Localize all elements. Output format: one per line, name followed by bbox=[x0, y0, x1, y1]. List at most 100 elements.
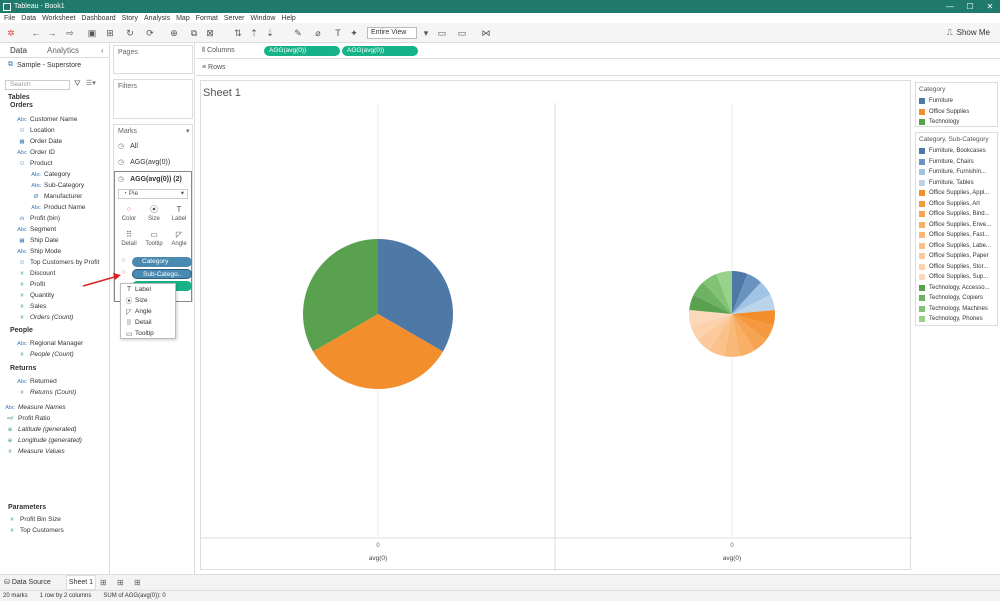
sort-desc-icon[interactable]: ⇣ bbox=[264, 27, 276, 39]
field-segment[interactable]: Abc Segment bbox=[16, 224, 56, 235]
legend-item[interactable]: Furniture bbox=[916, 96, 997, 107]
field-longitude-generated[interactable]: ⊕ Longitude (generated) bbox=[4, 435, 82, 446]
rows-shelf[interactable]: ≡ Rows bbox=[196, 60, 1000, 76]
new-worksheet-icon[interactable]: ⊕ bbox=[168, 27, 180, 39]
size-button[interactable]: ⦿ Size bbox=[143, 203, 165, 226]
legend-item[interactable]: Technology, Machines bbox=[916, 304, 997, 315]
field-regional-manager[interactable]: Abc Regional Manager bbox=[16, 338, 83, 349]
category-pie[interactable] bbox=[303, 239, 453, 389]
menu-window[interactable]: Window bbox=[251, 15, 276, 22]
table-people[interactable]: People bbox=[10, 327, 33, 334]
sort-asc-icon[interactable]: ⇡ bbox=[248, 27, 260, 39]
menu-item-detail[interactable]: ⠿ Detail bbox=[123, 317, 151, 328]
marks-agg2-row[interactable]: ◷ AGG(avg(0)) (2) bbox=[118, 175, 182, 184]
menu-data[interactable]: Data bbox=[21, 15, 36, 22]
tab-analytics[interactable]: Analytics bbox=[47, 46, 79, 55]
save-icon[interactable]: ▣ bbox=[86, 27, 98, 39]
close-button[interactable]: ✕ bbox=[980, 0, 1000, 13]
tooltip-button[interactable]: ▭ Tooltip bbox=[143, 228, 165, 251]
legend-item[interactable]: Technology, Accesso... bbox=[916, 283, 997, 294]
field-profit-bin-size[interactable]: # Profit Bin Size bbox=[6, 514, 60, 525]
field-profit[interactable]: # Profit bbox=[16, 279, 45, 290]
field-quantity[interactable]: # Quantity bbox=[16, 290, 54, 301]
table-orders[interactable]: Orders bbox=[10, 102, 33, 109]
refresh-icon[interactable]: ↻ bbox=[124, 27, 136, 39]
field-top-customers[interactable]: # Top Customers bbox=[6, 525, 63, 536]
legend-item[interactable]: Technology bbox=[916, 117, 997, 128]
search-input[interactable]: Search bbox=[5, 80, 70, 90]
column-pill-1[interactable]: AGG(avg(0)) bbox=[264, 45, 340, 56]
tab-data[interactable]: Data bbox=[10, 46, 27, 55]
datasource-row[interactable]: ⧉ Sample - Superstore bbox=[8, 61, 81, 69]
field-orders-count[interactable]: # Orders (Count) bbox=[16, 312, 73, 323]
menu-format[interactable]: Format bbox=[196, 15, 218, 22]
menu-item-label[interactable]: T Label bbox=[123, 284, 151, 295]
field-category[interactable]: Abc Category bbox=[30, 169, 70, 180]
detail-button[interactable]: ⠿ Detail bbox=[118, 228, 140, 251]
labels-icon[interactable]: T bbox=[332, 27, 344, 39]
field-latitude-generated[interactable]: ⊕ Latitude (generated) bbox=[4, 424, 77, 435]
field-customer-name[interactable]: Abc Customer Name bbox=[16, 114, 77, 125]
show-me-button[interactable]: ⎍ Show Me bbox=[947, 27, 990, 39]
columns-shelf[interactable]: ⦀ Columns AGG(avg(0)) AGG(avg(0)) bbox=[196, 43, 1000, 59]
field-sales[interactable]: # Sales bbox=[16, 301, 46, 312]
marks-agg1-row[interactable]: ◷ AGG(avg(0)) bbox=[118, 158, 170, 167]
collapse-pane-icon[interactable]: ‹ bbox=[101, 46, 104, 55]
tab-sheet-1[interactable]: Sheet 1 bbox=[66, 575, 96, 590]
undo-icon[interactable]: ← bbox=[30, 27, 42, 39]
legend-item[interactable]: Office Supplies, Art bbox=[916, 199, 997, 210]
share-icon[interactable]: ⋈ bbox=[480, 27, 492, 39]
legend-item[interactable]: Office Supplies bbox=[916, 107, 997, 118]
highlight-icon[interactable]: ✎ bbox=[292, 27, 304, 39]
legend-item[interactable]: Office Supplies, Paper bbox=[916, 251, 997, 262]
field-ship-mode[interactable]: Abc Ship Mode bbox=[16, 246, 61, 257]
field-order-date[interactable]: ▦ Order Date bbox=[16, 136, 62, 147]
category-pill[interactable]: Category bbox=[132, 257, 192, 267]
tableau-home-icon[interactable]: ✲ bbox=[5, 27, 17, 39]
new-datasource-icon[interactable]: ⊞ bbox=[104, 27, 116, 39]
label-button[interactable]: T Label bbox=[168, 203, 190, 226]
menu-item-angle[interactable]: ◸ Angle bbox=[123, 306, 151, 317]
legend-item[interactable]: Office Supplies, Sup... bbox=[916, 272, 997, 283]
color-button[interactable]: ⁘ Color bbox=[118, 203, 140, 226]
field-manufacturer[interactable]: Ø Manufacturer bbox=[30, 191, 82, 202]
fit-view-select[interactable]: Entire View bbox=[367, 27, 417, 39]
field-location[interactable]: ⚇ Location bbox=[16, 125, 55, 136]
subcategory-pill[interactable]: Sub-Catego.. bbox=[132, 269, 192, 279]
legend-item[interactable]: Technology, Copiers bbox=[916, 293, 997, 304]
field-order-id[interactable]: Abc Order ID bbox=[16, 147, 55, 158]
redo-icon[interactable]: → bbox=[46, 27, 58, 39]
menu-story[interactable]: Story bbox=[122, 15, 138, 22]
filter-icon[interactable]: ⛛ bbox=[74, 79, 81, 89]
legend-item[interactable]: Office Supplies, Fast... bbox=[916, 230, 997, 241]
field-sub-category[interactable]: Abc Sub-Category bbox=[30, 180, 84, 191]
menu-file[interactable]: File bbox=[4, 15, 15, 22]
clear-sheet-icon[interactable]: ⊠ bbox=[204, 27, 216, 39]
legend-item[interactable]: Furniture, Furnishin... bbox=[916, 167, 997, 178]
field-profit-ratio[interactable]: =# Profit Ratio bbox=[4, 413, 50, 424]
field-returns-count[interactable]: # Returns (Count) bbox=[16, 387, 76, 398]
field-ship-date[interactable]: ▦ Ship Date bbox=[16, 235, 58, 246]
field-returned[interactable]: Abc Returned bbox=[16, 376, 57, 387]
field-product[interactable]: ⚇ Product bbox=[16, 158, 53, 169]
menu-item-tooltip[interactable]: ▭ Tooltip bbox=[123, 328, 154, 339]
swap-icon[interactable]: ⇅ bbox=[232, 27, 244, 39]
legend-item[interactable]: Office Supplies, Stor... bbox=[916, 262, 997, 273]
legend-item[interactable]: Office Supplies, Bind... bbox=[916, 209, 997, 220]
duplicate-icon[interactable]: ⧉ bbox=[188, 27, 200, 39]
angle-button[interactable]: ◸ Angle bbox=[168, 228, 190, 251]
field-product-name[interactable]: Abc Product Name bbox=[30, 202, 85, 213]
field-people-count[interactable]: # People (Count) bbox=[16, 349, 73, 360]
pause-updates-icon[interactable]: ⇨ bbox=[64, 27, 76, 39]
new-story-icon[interactable]: ⊞ bbox=[134, 578, 141, 587]
legend-item[interactable]: Technology, Phones bbox=[916, 314, 997, 325]
fit-dropdown-icon[interactable]: ▾ bbox=[420, 27, 432, 39]
menu-dashboard[interactable]: Dashboard bbox=[81, 15, 115, 22]
marks-collapse-icon[interactable]: ▾ bbox=[186, 127, 190, 135]
field-measure-names[interactable]: Abc Measure Names bbox=[4, 402, 65, 413]
legend-item[interactable]: Office Supplies, Labe... bbox=[916, 241, 997, 252]
mark-type-select[interactable]: ◔ Pie ▾ bbox=[118, 189, 188, 199]
field-top-customers-by-profit[interactable]: ⚇ Top Customers by Profit bbox=[16, 257, 100, 268]
field-discount[interactable]: # Discount bbox=[16, 268, 55, 279]
legend-item[interactable]: Furniture, Chairs bbox=[916, 157, 997, 168]
